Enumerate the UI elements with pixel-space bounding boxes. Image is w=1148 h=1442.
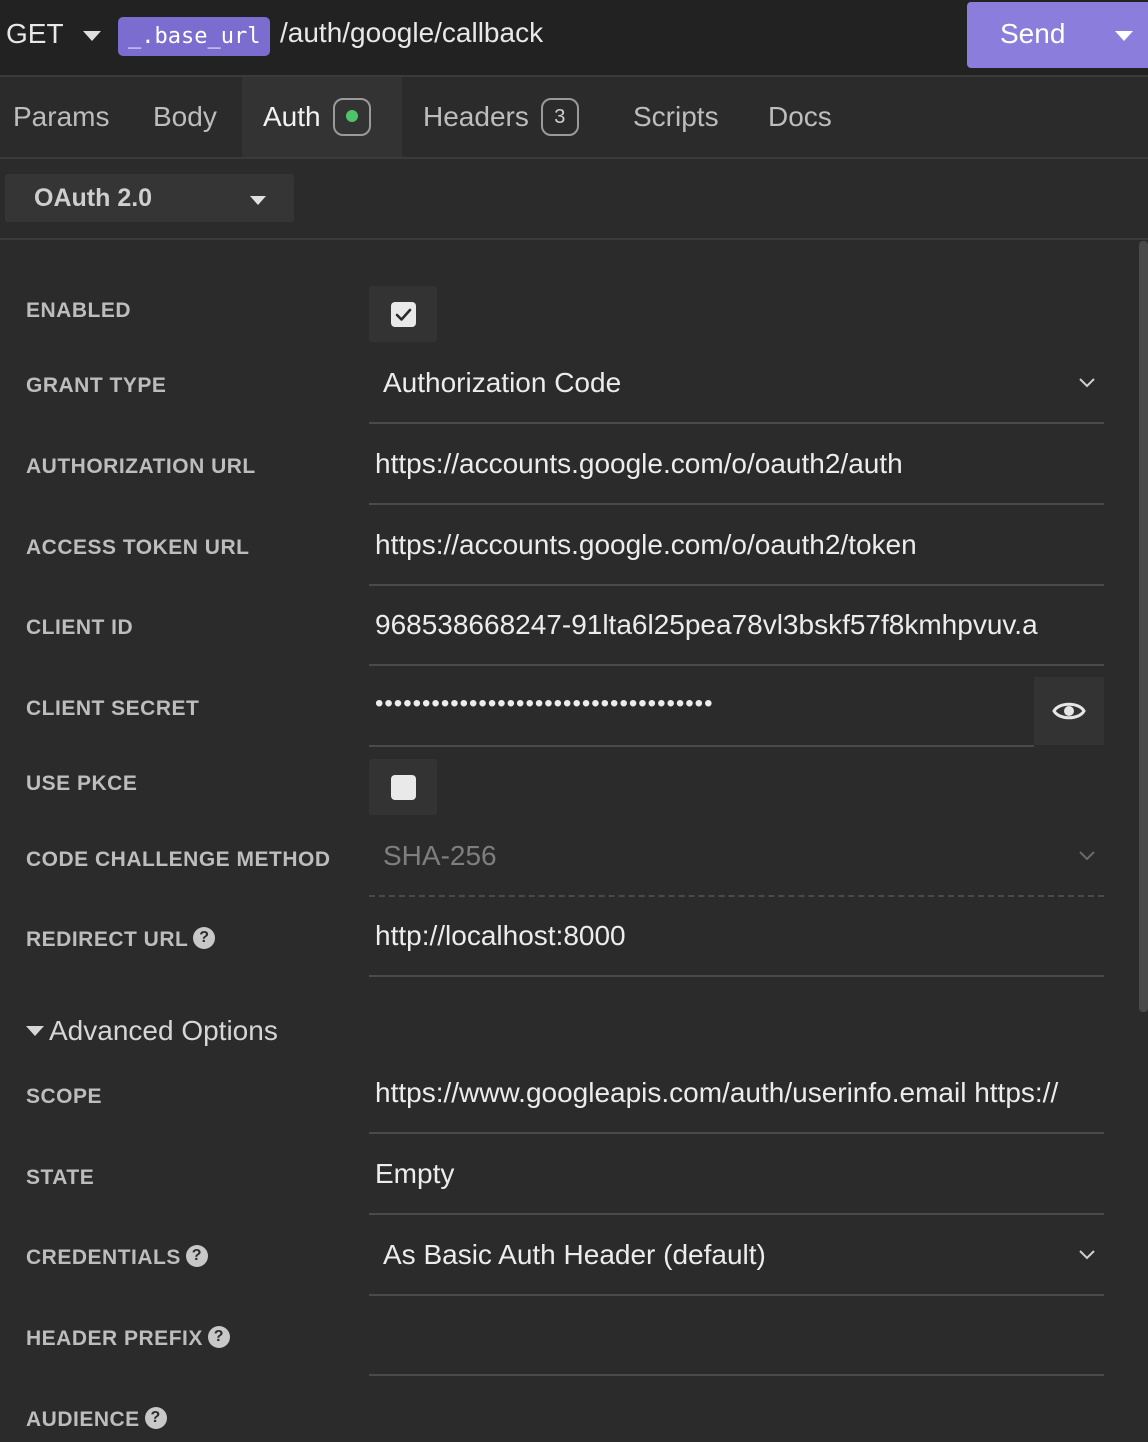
send-button-label: Send [1000, 18, 1066, 49]
caret-down-icon [250, 196, 266, 205]
use-pkce-label: USE PKCE [26, 772, 138, 795]
checkmark-icon [395, 308, 412, 321]
checkbox-box [391, 302, 416, 327]
authorization-url-value: https://accounts.google.com/o/oauth2/aut… [375, 448, 903, 479]
enabled-checkbox[interactable] [369, 286, 437, 342]
advanced-options-toggle[interactable]: Advanced Options [26, 1015, 278, 1047]
authorization-url-label: AUTHORIZATION URL [26, 455, 256, 478]
scope-value: https://www.googleapis.com/auth/userinfo… [375, 1077, 1059, 1108]
tab-scripts[interactable]: Scripts [633, 77, 719, 157]
audience-label: AUDIENCE? [26, 1407, 167, 1432]
tab-headers-label: Headers [423, 101, 529, 132]
redirect-url-value: http://localhost:8000 [375, 920, 626, 951]
state-input[interactable]: Empty [369, 1136, 1104, 1215]
redirect-url-label: REDIRECT URL? [26, 927, 216, 952]
redirect-url-input[interactable]: http://localhost:8000 [369, 898, 1104, 977]
tab-params[interactable]: Params [13, 77, 109, 157]
request-tabs: Params Body Auth Headers 3 Scripts Docs [0, 77, 1148, 159]
auth-type-dropdown[interactable]: OAuth 2.0 [5, 174, 294, 222]
grant-type-value: Authorization Code [383, 367, 622, 398]
method-dropdown-icon[interactable] [83, 31, 101, 41]
credentials-value: As Basic Auth Header (default) [383, 1239, 766, 1270]
chevron-down-icon [1079, 848, 1095, 864]
use-pkce-checkbox[interactable] [369, 759, 437, 815]
client-id-value: 968538668247-91lta6l25pea78vl3bskf57f8km… [375, 609, 1038, 640]
chevron-down-icon [1079, 375, 1095, 391]
scope-label: SCOPE [26, 1085, 103, 1108]
eye-icon [1052, 702, 1086, 720]
send-dropdown-icon[interactable] [1115, 31, 1133, 41]
request-bar: GET _.base_url /auth/google/callback Sen… [0, 0, 1148, 77]
help-icon[interactable]: ? [207, 1326, 230, 1349]
header-prefix-label: HEADER PREFIX? [26, 1326, 230, 1351]
tab-body[interactable]: Body [153, 77, 217, 157]
tab-auth-label: Auth [263, 101, 321, 132]
state-value: Empty [375, 1158, 455, 1189]
credentials-select[interactable]: As Basic Auth Header (default) [369, 1217, 1104, 1296]
url-input[interactable]: /auth/google/callback [280, 17, 543, 49]
access-token-url-input[interactable]: https://accounts.google.com/o/oauth2/tok… [369, 507, 1104, 586]
state-label: STATE [26, 1166, 95, 1189]
tab-headers[interactable]: Headers 3 [423, 77, 579, 157]
code-challenge-method-select[interactable]: SHA-256 [369, 818, 1104, 897]
reveal-secret-button[interactable] [1034, 677, 1104, 745]
client-secret-value: •••••••••••••••••••••••••••••••••••• [375, 690, 714, 717]
tab-docs[interactable]: Docs [768, 77, 832, 157]
help-icon[interactable]: ? [144, 1407, 167, 1430]
header-prefix-input[interactable] [369, 1297, 1104, 1376]
client-id-label: CLIENT ID [26, 616, 134, 639]
code-challenge-method-value: SHA-256 [383, 840, 497, 871]
url-variable-tag[interactable]: _.base_url [118, 17, 271, 56]
scope-input[interactable]: https://www.googleapis.com/auth/userinfo… [369, 1055, 1104, 1134]
client-secret-input[interactable]: •••••••••••••••••••••••••••••••••••• [369, 668, 1034, 747]
access-token-url-value: https://accounts.google.com/o/oauth2/tok… [375, 529, 917, 560]
advanced-options-label: Advanced Options [49, 1015, 278, 1046]
grant-type-select[interactable]: Authorization Code [369, 345, 1104, 424]
headers-count-badge: 3 [540, 97, 579, 136]
client-id-input[interactable]: 968538668247-91lta6l25pea78vl3bskf57f8km… [369, 587, 1104, 666]
help-icon[interactable]: ? [185, 1245, 208, 1268]
tab-auth[interactable]: Auth [242, 77, 402, 157]
caret-down-icon [26, 1025, 44, 1036]
chevron-down-icon [1079, 1247, 1095, 1263]
auth-type-row: OAuth 2.0 [0, 159, 1148, 240]
help-icon[interactable]: ? [193, 927, 216, 950]
method-selector[interactable]: GET [6, 18, 64, 50]
client-secret-label: CLIENT SECRET [26, 697, 200, 720]
active-dot-icon [345, 110, 358, 123]
grant-type-label: GRANT TYPE [26, 374, 167, 397]
authorization-url-input[interactable]: https://accounts.google.com/o/oauth2/aut… [369, 426, 1104, 505]
auth-active-badge [332, 97, 371, 136]
credentials-label: CREDENTIALS? [26, 1245, 208, 1270]
enabled-label: ENABLED [26, 299, 132, 322]
access-token-url-label: ACCESS TOKEN URL [26, 536, 250, 559]
checkbox-box [391, 775, 416, 800]
auth-type-label: OAuth 2.0 [34, 184, 153, 212]
code-challenge-method-label: CODE CHALLENGE METHOD [26, 848, 331, 871]
send-button[interactable]: Send [967, 2, 1148, 68]
scrollbar[interactable] [1139, 241, 1148, 1012]
